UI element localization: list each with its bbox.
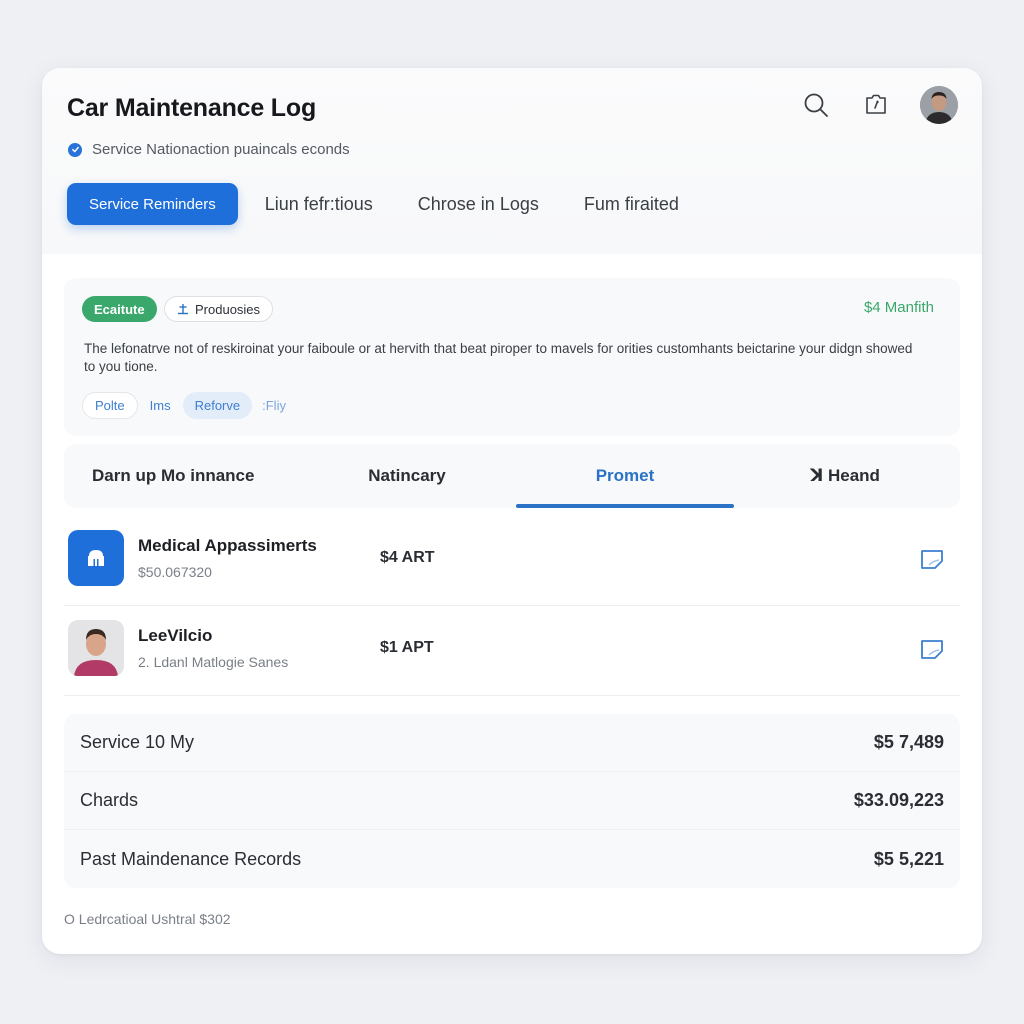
produosies-label: Produosies [195, 301, 261, 317]
summary-value: $5 5,221 [873, 848, 944, 869]
footer-text: O Ledrcatioal Ushtral $302 [64, 911, 231, 927]
promo-description: The lefonatrve not of reskiroinat your f… [84, 341, 913, 374]
chip-ims[interactable]: Ims [144, 392, 177, 419]
row-subtitle: $50.067320 [138, 564, 212, 580]
promo-price: $4 Manfith [863, 299, 934, 316]
row-title: LeeVilcio [138, 626, 213, 645]
tab-fum-firaited[interactable]: Fum firaited [584, 194, 679, 215]
list-item[interactable]: Medical Appassimerts $50.067320 $4 ART [64, 516, 960, 606]
camera-icon [866, 94, 886, 114]
tab-liun-fefrtious[interactable]: Liun fefr:tious [265, 194, 373, 215]
check-circle-icon [68, 142, 82, 157]
summary-row: Past Maindenance Records $5 5,221 [64, 830, 960, 888]
chip-reforve[interactable]: Reforve [182, 392, 253, 419]
tab-darn-up[interactable]: Darn up Mo innance [64, 444, 294, 508]
note-icon [921, 640, 943, 659]
row-subtitle: 2. Ldanl Matlogie Sanes [138, 654, 289, 670]
anchor-icon [178, 304, 188, 315]
summary-label: Service 10 My [80, 732, 195, 752]
tab-promet[interactable]: Promet [516, 444, 734, 508]
person-avatar [68, 620, 124, 676]
building-icon [68, 530, 124, 586]
header-actions [800, 86, 958, 124]
records-list: Medical Appassimerts $50.067320 $4 ART L… [64, 516, 960, 696]
tab-service-reminders[interactable]: Service Reminders [67, 183, 238, 225]
promo-panel: Ecaitute Produosies $4 Manfith The lefon… [64, 278, 960, 436]
subtitle-text: Service Nationaction puaincals econds [92, 141, 350, 158]
main-card: Car Maintenance Log Service Nationaction… [42, 68, 982, 954]
subtitle: Service Nationaction puaincals econds [68, 141, 350, 158]
camera-button[interactable] [860, 89, 892, 121]
page-title: Car Maintenance Log [67, 94, 317, 122]
header: Car Maintenance Log Service Nationaction… [42, 68, 982, 254]
tab-heand[interactable]: ꓘ Heand [736, 444, 954, 508]
note-icon [921, 550, 943, 569]
produosies-badge[interactable]: Produosies [164, 296, 274, 322]
summary-table: Service 10 My $5 7,489 Chards $33.09,223… [64, 714, 960, 888]
filter-chips: Polte Ims Reforve :Fliy [82, 392, 290, 419]
tab-natincary[interactable]: Natincary [298, 444, 516, 508]
tab-chrose-in-logs[interactable]: Chrose in Logs [418, 194, 539, 215]
summary-value: $33.09,223 [853, 790, 944, 810]
search-icon [804, 93, 828, 117]
chip-fliy[interactable]: :Fliy [258, 392, 290, 419]
summary-row: Chards $33.09,223 [64, 772, 960, 830]
summary-label: Chards [80, 790, 139, 810]
row-amount: $1 APT [380, 639, 434, 656]
summary-label: Past Maindenance Records [80, 848, 302, 869]
search-button[interactable] [800, 89, 832, 121]
summary-row: Service 10 My $5 7,489 [64, 714, 960, 772]
summary-value: $5 7,489 [873, 732, 944, 752]
note-button[interactable] [918, 546, 946, 574]
top-tabs: Service Reminders Liun fefr:tious Chrose… [67, 183, 724, 225]
list-item[interactable]: LeeVilcio 2. Ldanl Matlogie Sanes $1 APT [64, 606, 960, 696]
note-button[interactable] [918, 636, 946, 664]
row-amount: $4 ART [380, 549, 435, 566]
user-avatar[interactable] [920, 86, 958, 124]
section-tabs: Darn up Mo innance Natincary Promet ꓘ He… [64, 444, 960, 508]
row-title: Medical Appassimerts [138, 536, 317, 555]
status-badge[interactable]: Ecaitute [82, 296, 157, 322]
chip-polte[interactable]: Polte [82, 392, 138, 419]
